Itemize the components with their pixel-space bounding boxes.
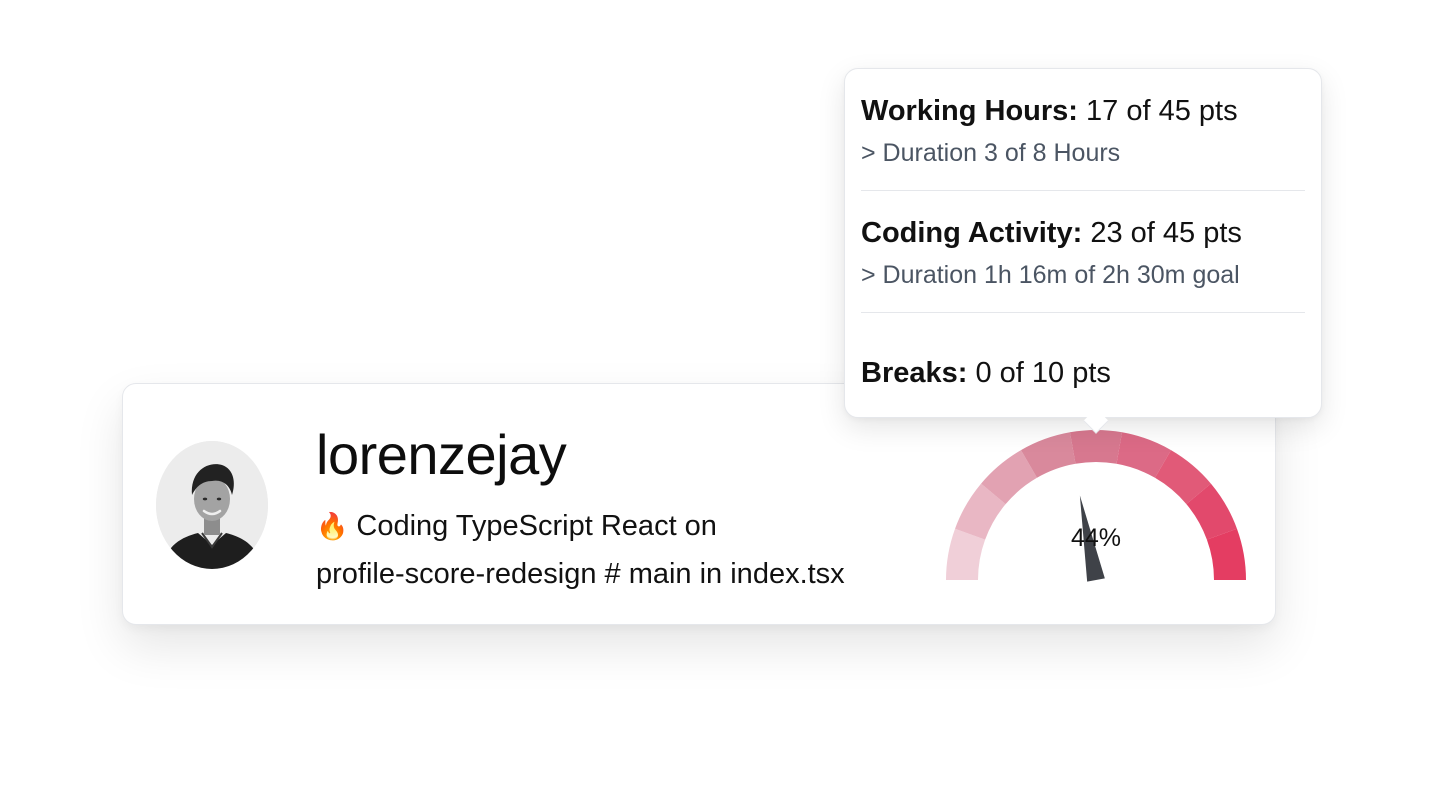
- activity-line-2: profile-score-redesign # main in index.t…: [316, 558, 845, 590]
- working-hours-metric: Working Hours: 17 of 45 pts: [861, 91, 1305, 131]
- page: lorenzejay 🔥 Coding TypeScript React on p…: [0, 0, 1430, 798]
- activity-text: Coding TypeScript React on: [356, 510, 717, 542]
- working-hours-value: 17 of 45 pts: [1086, 95, 1238, 127]
- gauge-percent-label: 44%: [1071, 524, 1121, 552]
- working-hours-detail: > Duration 3 of 8 Hours: [861, 139, 1121, 167]
- gauge-segment: [1069, 430, 1123, 464]
- avatar[interactable]: [156, 441, 268, 569]
- score-breakdown-tooltip: Working Hours: 17 of 45 pts > Duration 3…: [844, 68, 1322, 434]
- working-hours-section: Working Hours: 17 of 45 pts > Duration 3…: [861, 69, 1305, 191]
- activity-line-1: 🔥 Coding TypeScript React on: [316, 502, 936, 550]
- breaks-section: Breaks: 0 of 10 pts: [861, 313, 1305, 393]
- coding-activity-metric: Coding Activity: 23 of 45 pts: [861, 213, 1305, 253]
- working-hours-label: Working Hours:: [861, 95, 1078, 127]
- fire-icon: 🔥: [316, 511, 349, 541]
- breaks-label: Breaks:: [861, 357, 968, 389]
- coding-activity-value: 23 of 45 pts: [1090, 217, 1242, 249]
- avatar-photo: [156, 441, 268, 569]
- username: lorenzejay: [316, 423, 567, 486]
- coding-activity-label: Coding Activity:: [861, 217, 1083, 249]
- coding-activity-detail: > Duration 1h 16m of 2h 30m goal: [861, 261, 1240, 289]
- breaks-value: 0 of 10 pts: [975, 357, 1111, 389]
- gauge-graphic: 44%: [946, 430, 1246, 582]
- score-gauge[interactable]: 44%: [941, 428, 1251, 588]
- breaks-metric: Breaks: 0 of 10 pts: [861, 353, 1305, 393]
- activity-status: 🔥 Coding TypeScript React on profile-scor…: [316, 502, 936, 598]
- coding-activity-section: Coding Activity: 23 of 45 pts > Duration…: [861, 191, 1305, 313]
